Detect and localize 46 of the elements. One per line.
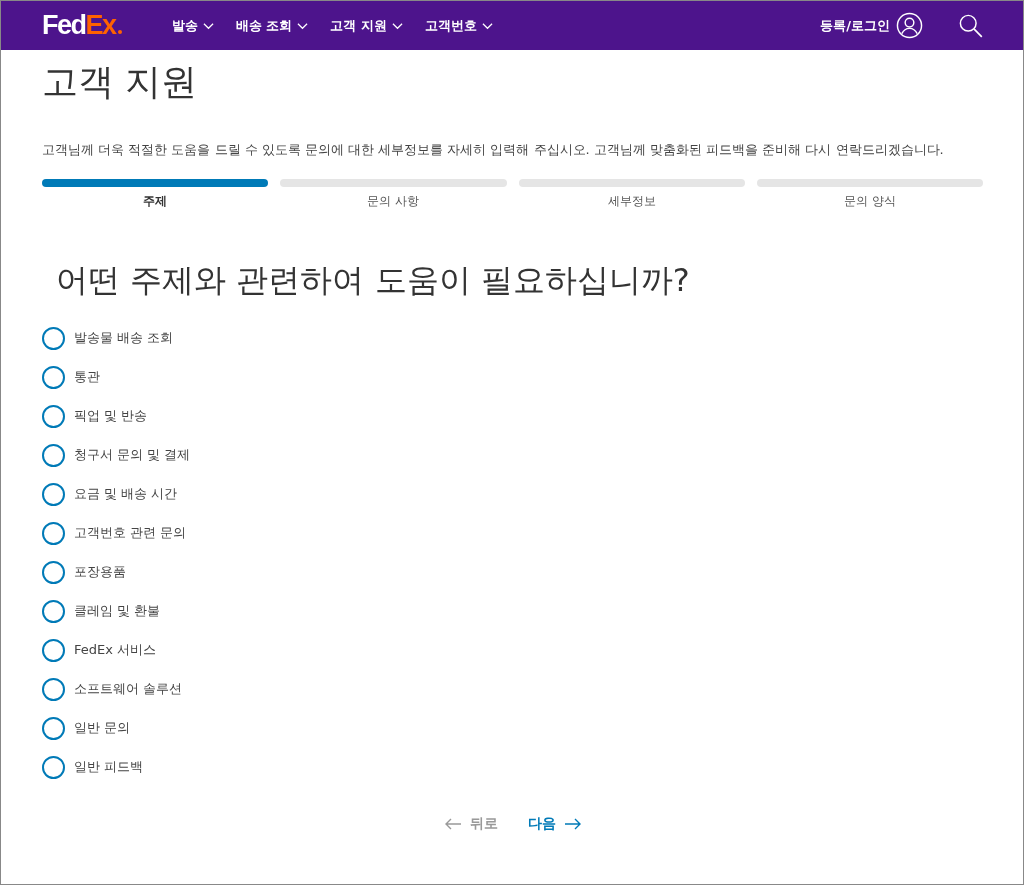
option-label[interactable]: 일반 문의 <box>74 719 131 737</box>
user-icon <box>896 12 923 39</box>
search-icon[interactable] <box>959 13 983 38</box>
radio-button[interactable] <box>42 365 65 389</box>
radio-button[interactable] <box>42 638 65 662</box>
chevron-down-icon <box>391 21 403 30</box>
nav-menu-item[interactable]: 발송 <box>171 16 214 35</box>
option-label[interactable]: 포장용품 <box>74 563 126 581</box>
fedex-logo[interactable]: FedEx <box>42 10 122 41</box>
option-label[interactable]: 일반 피드백 <box>74 758 144 776</box>
chevron-down-icon <box>481 21 493 30</box>
option-label[interactable]: FedEx 서비스 <box>74 641 157 659</box>
option-label[interactable]: 발송물 배송 조회 <box>74 329 174 347</box>
radio-button[interactable] <box>42 677 65 701</box>
radio-button[interactable] <box>42 716 65 740</box>
chevron-down-icon <box>297 21 309 30</box>
option-label[interactable]: 픽업 및 반송 <box>74 407 148 425</box>
nav-menu-item[interactable]: 배송 조회 <box>235 16 309 35</box>
radio-button[interactable] <box>42 443 65 467</box>
radio-button[interactable] <box>42 560 65 584</box>
description-text: 고객님께 더욱 적절한 도움을 드릴 수 있도록 문의에 대한 세부정보를 자세히 입력해 주십시오. 고객님께 맞춤화된 피드백을 준비해 다시 연락드리겠습니다. <box>42 141 945 159</box>
question-heading: 어떤 주제와 관련하여 도움이 필요하십니까? <box>56 260 691 301</box>
step-label: 문의 양식 <box>843 193 896 210</box>
option-label[interactable]: 청구서 문의 및 결제 <box>74 446 191 464</box>
login-link[interactable]: 등록/로그인 <box>820 12 923 39</box>
radio-button[interactable] <box>42 326 65 350</box>
radio-button[interactable] <box>42 482 65 506</box>
radio-button[interactable] <box>42 755 65 779</box>
chevron-down-icon <box>202 21 214 30</box>
page-title: 고객 지원 <box>42 60 199 104</box>
radio-button[interactable] <box>42 599 65 623</box>
option-label[interactable]: 고객번호 관련 문의 <box>74 524 187 542</box>
next-button[interactable]: 다음 <box>527 813 582 835</box>
option-label[interactable]: 클레임 및 환불 <box>74 602 161 620</box>
arrow-left-icon <box>443 818 462 830</box>
radio-button[interactable] <box>42 404 65 428</box>
option-label[interactable]: 소프트웨어 솔루션 <box>74 680 183 698</box>
step-label: 세부정보 <box>607 193 656 210</box>
option-label[interactable]: 요금 및 배송 시간 <box>74 485 178 503</box>
arrow-right-icon <box>563 818 582 830</box>
step-label: 문의 사항 <box>367 193 420 210</box>
nav-menu-item[interactable]: 고객 지원 <box>330 16 403 35</box>
step-label: 주제 <box>143 193 168 210</box>
option-label[interactable]: 통관 <box>74 368 100 386</box>
nav-menu-item[interactable]: 고객번호 <box>424 16 493 35</box>
radio-button[interactable] <box>42 521 65 545</box>
